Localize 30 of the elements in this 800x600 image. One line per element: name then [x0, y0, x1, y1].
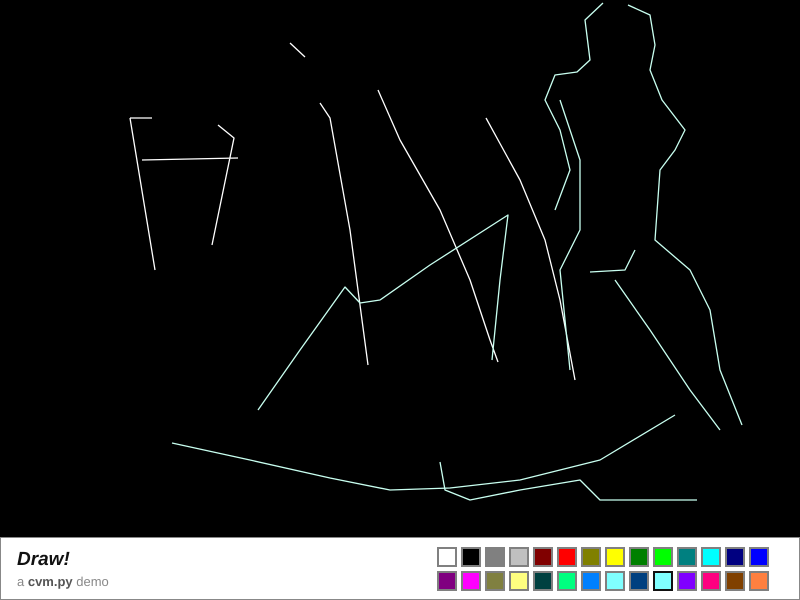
color-swatch[interactable]: [437, 570, 457, 590]
color-swatch[interactable]: [509, 570, 529, 590]
color-swatch[interactable]: [701, 570, 721, 590]
app-subtitle: a cvm.py demo: [17, 574, 109, 588]
color-swatch[interactable]: [557, 570, 577, 590]
color-swatch[interactable]: [533, 546, 553, 566]
color-swatch[interactable]: [557, 546, 577, 566]
color-swatch[interactable]: [437, 546, 457, 566]
color-swatch[interactable]: [653, 546, 673, 566]
color-swatch[interactable]: [725, 570, 745, 590]
color-swatch[interactable]: [581, 546, 601, 566]
color-swatch[interactable]: [605, 546, 625, 566]
color-swatch[interactable]: [461, 570, 481, 590]
color-swatch[interactable]: [605, 570, 625, 590]
color-swatch[interactable]: [533, 570, 553, 590]
color-swatch[interactable]: [701, 546, 721, 566]
color-swatch[interactable]: [485, 570, 505, 590]
color-swatch[interactable]: [485, 546, 505, 566]
color-swatch[interactable]: [749, 546, 769, 566]
color-swatch[interactable]: [677, 546, 697, 566]
color-swatch[interactable]: [461, 546, 481, 566]
color-swatch[interactable]: [629, 570, 649, 590]
color-swatch[interactable]: [749, 570, 769, 590]
color-swatch[interactable]: [725, 546, 745, 566]
color-swatch[interactable]: [629, 546, 649, 566]
color-swatch[interactable]: [509, 546, 529, 566]
color-swatch[interactable]: [677, 570, 697, 590]
color-swatch[interactable]: [653, 570, 673, 590]
app-title: Draw!: [17, 548, 71, 570]
color-swatch[interactable]: [581, 570, 601, 590]
